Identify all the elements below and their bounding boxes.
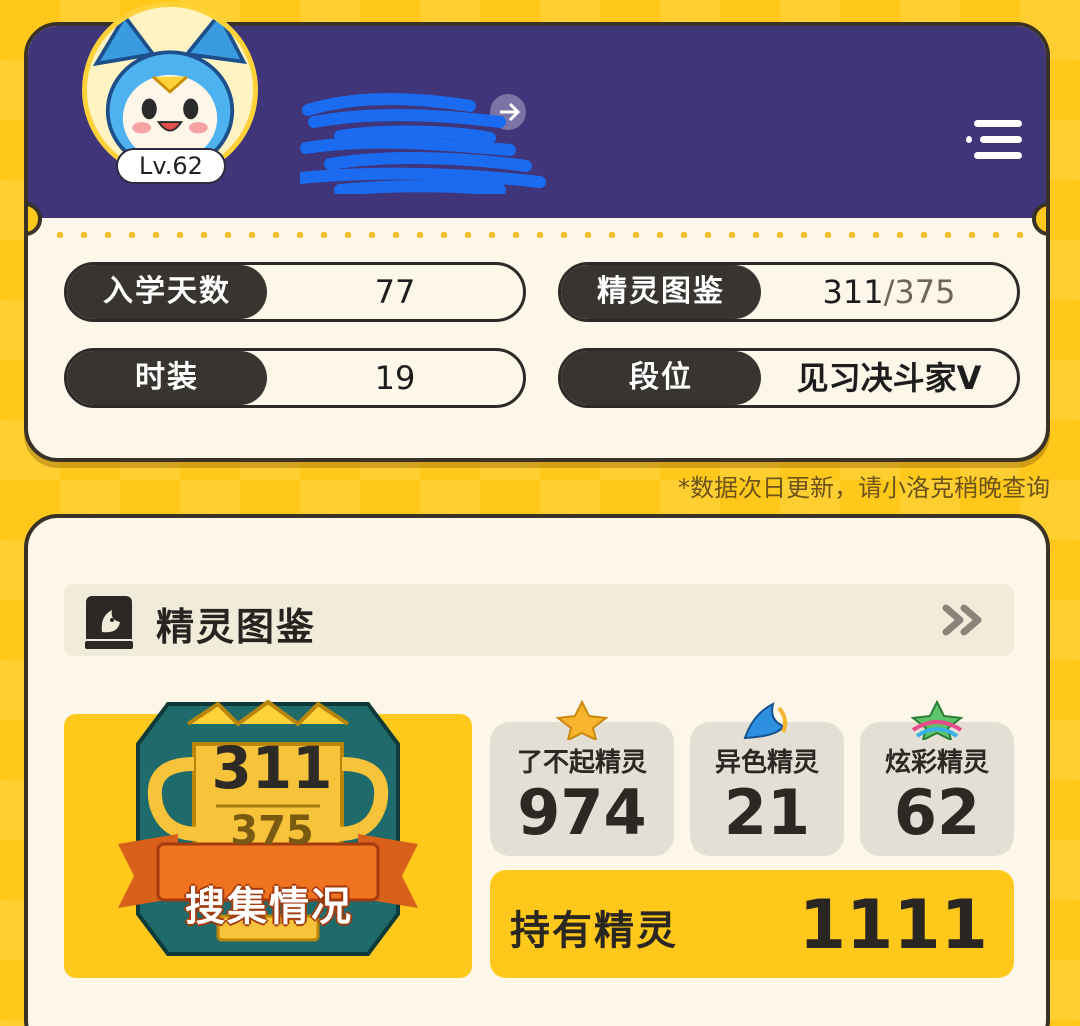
dex-card: 精灵图鉴 311 375 搜集情况 了不起精灵 974 异色精灵 21 炫彩精灵… bbox=[24, 514, 1050, 1026]
rare-box-shiny[interactable]: 异色精灵 21 bbox=[690, 702, 844, 856]
menu-icon[interactable] bbox=[966, 114, 1028, 170]
stat-pokedex: 精灵图鉴 311/375 bbox=[558, 262, 1020, 322]
section-title: 精灵图鉴 bbox=[156, 605, 317, 649]
stat-label: 入学天数 bbox=[67, 265, 267, 319]
double-chevron-right-icon[interactable] bbox=[940, 602, 986, 638]
header-scallop-edge bbox=[28, 208, 1046, 230]
stat-total: /375 bbox=[883, 273, 956, 311]
collection-panel[interactable]: 311 375 搜集情况 bbox=[64, 699, 472, 978]
stat-label: 段位 bbox=[561, 351, 761, 405]
rare-label: 异色精灵 bbox=[714, 748, 819, 778]
rare-label: 炫彩精灵 bbox=[884, 748, 989, 778]
stat-owned: 311 bbox=[822, 273, 884, 311]
owned-value: 1111 bbox=[798, 886, 988, 965]
ticket-dot-divider bbox=[48, 232, 1034, 238]
rare-box-dazzling[interactable]: 炫彩精灵 62 bbox=[860, 699, 1014, 856]
stat-rank: 段位 见习决斗家V bbox=[558, 348, 1020, 408]
redacted-username bbox=[294, 92, 550, 196]
owned-label: 持有精灵 bbox=[510, 908, 678, 954]
rare-value: 62 bbox=[893, 776, 981, 849]
stat-label: 时装 bbox=[67, 351, 267, 405]
rare-value: 21 bbox=[723, 776, 811, 849]
level-badge: Lv.62 bbox=[116, 148, 226, 184]
collection-total: 375 bbox=[230, 808, 314, 854]
owned-panel[interactable]: 持有精灵 1111 bbox=[490, 870, 1014, 978]
stat-outfits: 时装 19 bbox=[64, 348, 526, 408]
rare-label: 了不起精灵 bbox=[516, 748, 647, 778]
stat-enrollment-days: 入学天数 77 bbox=[64, 262, 526, 322]
book-icon bbox=[80, 592, 142, 654]
star-icon bbox=[554, 699, 610, 742]
collection-owned: 311 bbox=[211, 734, 333, 802]
stat-value: 见习决斗家V bbox=[796, 359, 982, 397]
collection-caption: 搜集情况 bbox=[185, 884, 353, 930]
stat-label: 精灵图鉴 bbox=[561, 265, 761, 319]
stat-value: 19 bbox=[374, 359, 416, 397]
blue-flame-icon bbox=[739, 700, 795, 740]
dex-section-header[interactable]: 精灵图鉴 bbox=[64, 584, 1014, 656]
stat-value: 77 bbox=[374, 273, 416, 311]
rainbow-star-icon bbox=[909, 699, 965, 742]
rare-box-amazing[interactable]: 了不起精灵 974 bbox=[490, 699, 674, 856]
update-note: *数据次日更新，请小洛克稍晚查询 bbox=[678, 474, 1050, 502]
stat-value: 311/375 bbox=[761, 265, 1017, 319]
rare-value: 974 bbox=[517, 776, 647, 849]
